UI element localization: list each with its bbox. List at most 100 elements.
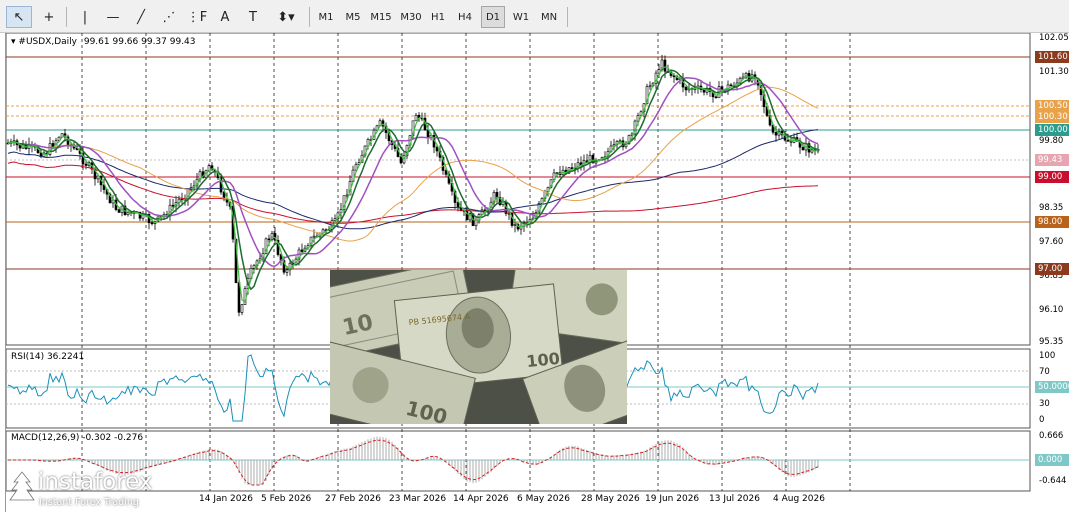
- trendline-tool-button[interactable]: ╱: [128, 6, 154, 28]
- candle-body: [267, 238, 271, 241]
- price-tag-99-00: 99.00: [1035, 171, 1069, 183]
- price-axis-label: 99.80: [1039, 136, 1064, 146]
- candle-body: [729, 84, 733, 87]
- timeframe-w1[interactable]: W1: [509, 6, 533, 28]
- toolbar-separator: [66, 7, 67, 27]
- candle-body: [618, 140, 622, 143]
- instaforex-wordmark: instaforex: [38, 469, 153, 495]
- price-tag-101-60: 101.60: [1035, 51, 1069, 63]
- date-axis-label: 13 Jul 2026: [709, 494, 760, 504]
- candle-body: [312, 235, 316, 238]
- text-tool-button[interactable]: A: [212, 6, 238, 28]
- arrow-shapes-tool-button[interactable]: ⬍▾: [270, 6, 302, 28]
- candle-body: [48, 143, 52, 155]
- candle-body: [786, 139, 790, 142]
- dollar-banknotes-photo: 10 100 PB 51695674 A 100 100: [330, 270, 627, 424]
- timeframe-m1[interactable]: M1: [314, 6, 338, 28]
- crosshair-tool-button[interactable]: +: [36, 6, 62, 28]
- cursor-tool-button[interactable]: ↖: [6, 6, 32, 28]
- date-axis-label: 6 May 2026: [517, 494, 570, 504]
- candle-body: [801, 146, 805, 151]
- date-axis-label: 19 Jun 2026: [645, 494, 700, 504]
- text-label-tool-button[interactable]: T: [240, 6, 266, 28]
- price-axis-label: 102.05: [1039, 33, 1069, 43]
- rsi-axis-label: 30: [1039, 399, 1050, 409]
- horizontal-line-icon: —: [106, 9, 120, 25]
- rsi-axis-label: 70: [1039, 367, 1050, 377]
- candle-body: [399, 156, 403, 164]
- fibonacci-tool-button[interactable]: ⋮F: [184, 6, 210, 28]
- macd-label: MACD(12,26,9) -0.302 -0.276: [11, 433, 144, 443]
- price-axis-label: 98.35: [1039, 203, 1064, 213]
- candle-body: [507, 212, 511, 215]
- candle-body: [285, 269, 289, 273]
- price-axis-label: 96.10: [1039, 305, 1064, 315]
- date-axis-label: 14 Apr 2026: [453, 494, 509, 504]
- candle-body: [474, 219, 478, 227]
- instaforex-logo-icon: [9, 471, 35, 501]
- macd-zero-tag: 0.000: [1035, 454, 1069, 466]
- price-tag-97-00: 97.00: [1035, 263, 1069, 275]
- candle-body: [300, 249, 304, 252]
- ma-5-line: [7, 66, 819, 303]
- date-axis-label: 27 Feb 2026: [325, 494, 382, 504]
- collapse-arrow-icon[interactable]: ▾: [11, 37, 16, 47]
- timeframe-h1[interactable]: H1: [426, 6, 450, 28]
- candle-body: [810, 149, 814, 153]
- candle-body: [648, 85, 652, 88]
- price-axis-label: 95.35: [1039, 337, 1064, 347]
- horizontal-line-tool-button[interactable]: —: [100, 6, 126, 28]
- date-axis-label: 28 May 2026: [581, 494, 640, 504]
- rsi-label: RSI(14) 36.2241: [11, 352, 85, 362]
- cursor-icon: ↖: [13, 9, 25, 25]
- ma-50-line: [7, 86, 819, 242]
- fibonacci-icon: ⋮F: [186, 9, 208, 25]
- price-tag-100-30: 100.30: [1035, 111, 1069, 123]
- candle-body: [495, 191, 499, 198]
- timeframe-m5[interactable]: M5: [341, 6, 365, 28]
- chart-title: ▾ #USDX,Daily 99.61 99.66 99.37 99.43: [11, 37, 196, 47]
- candle-body: [774, 132, 778, 136]
- toolbar-separator: [567, 7, 568, 27]
- instaforex-tagline: Instant Forex Trading: [39, 497, 139, 508]
- macd-axis-label: -0.644: [1039, 476, 1067, 486]
- price-axis-label: 101.30: [1039, 67, 1069, 77]
- candle-body: [252, 265, 256, 269]
- arrow-shapes-icon: ⬍▾: [277, 9, 295, 25]
- instaforex-logo: instaforex Instant Forex Trading: [8, 468, 183, 510]
- candle-body: [714, 96, 718, 99]
- candle-body: [150, 222, 154, 225]
- vertical-line-tool-button[interactable]: |: [72, 6, 98, 28]
- date-axis-label: 23 Mar 2026: [389, 494, 447, 504]
- rsi-level-tag: 50.0000: [1035, 381, 1069, 393]
- ohlc-values: 99.61 99.66 99.37 99.43: [83, 37, 196, 47]
- timeframe-mn[interactable]: MN: [536, 6, 562, 28]
- date-axis-label: 4 Aug 2026: [773, 494, 825, 504]
- rsi-axis-label: 0: [1039, 415, 1045, 425]
- candle-body: [555, 172, 559, 175]
- candle-body: [513, 224, 517, 226]
- timeframe-m30[interactable]: M30: [397, 6, 425, 28]
- price-tag-current: 99.43: [1035, 154, 1069, 166]
- toolbar-separator: [309, 7, 310, 27]
- candle-body: [663, 59, 667, 72]
- price-axis-label: 97.60: [1039, 237, 1064, 247]
- timeframe-h4[interactable]: H4: [453, 6, 477, 28]
- candle-body: [240, 304, 244, 313]
- price-tag-100-00: 100.00: [1035, 124, 1069, 136]
- timeframe-d1[interactable]: D1: [481, 6, 505, 28]
- trendline-icon: ╱: [137, 9, 145, 25]
- text-label-icon: T: [249, 9, 257, 25]
- candle-body: [456, 202, 460, 208]
- candle-body: [570, 167, 574, 169]
- price-tag-98-00: 98.00: [1035, 216, 1069, 228]
- macd-axis-label: 0.666: [1039, 431, 1064, 441]
- symbol-timeframe: #USDX,Daily: [18, 37, 77, 47]
- channel-icon: ⋰: [162, 9, 176, 25]
- timeframe-m15[interactable]: M15: [367, 6, 395, 28]
- crosshair-icon: +: [43, 9, 55, 25]
- candle-body: [345, 194, 349, 197]
- date-axis-label: 14 Jan 2026: [199, 494, 253, 504]
- candle-body: [414, 114, 418, 122]
- channel-tool-button[interactable]: ⋰: [156, 6, 182, 28]
